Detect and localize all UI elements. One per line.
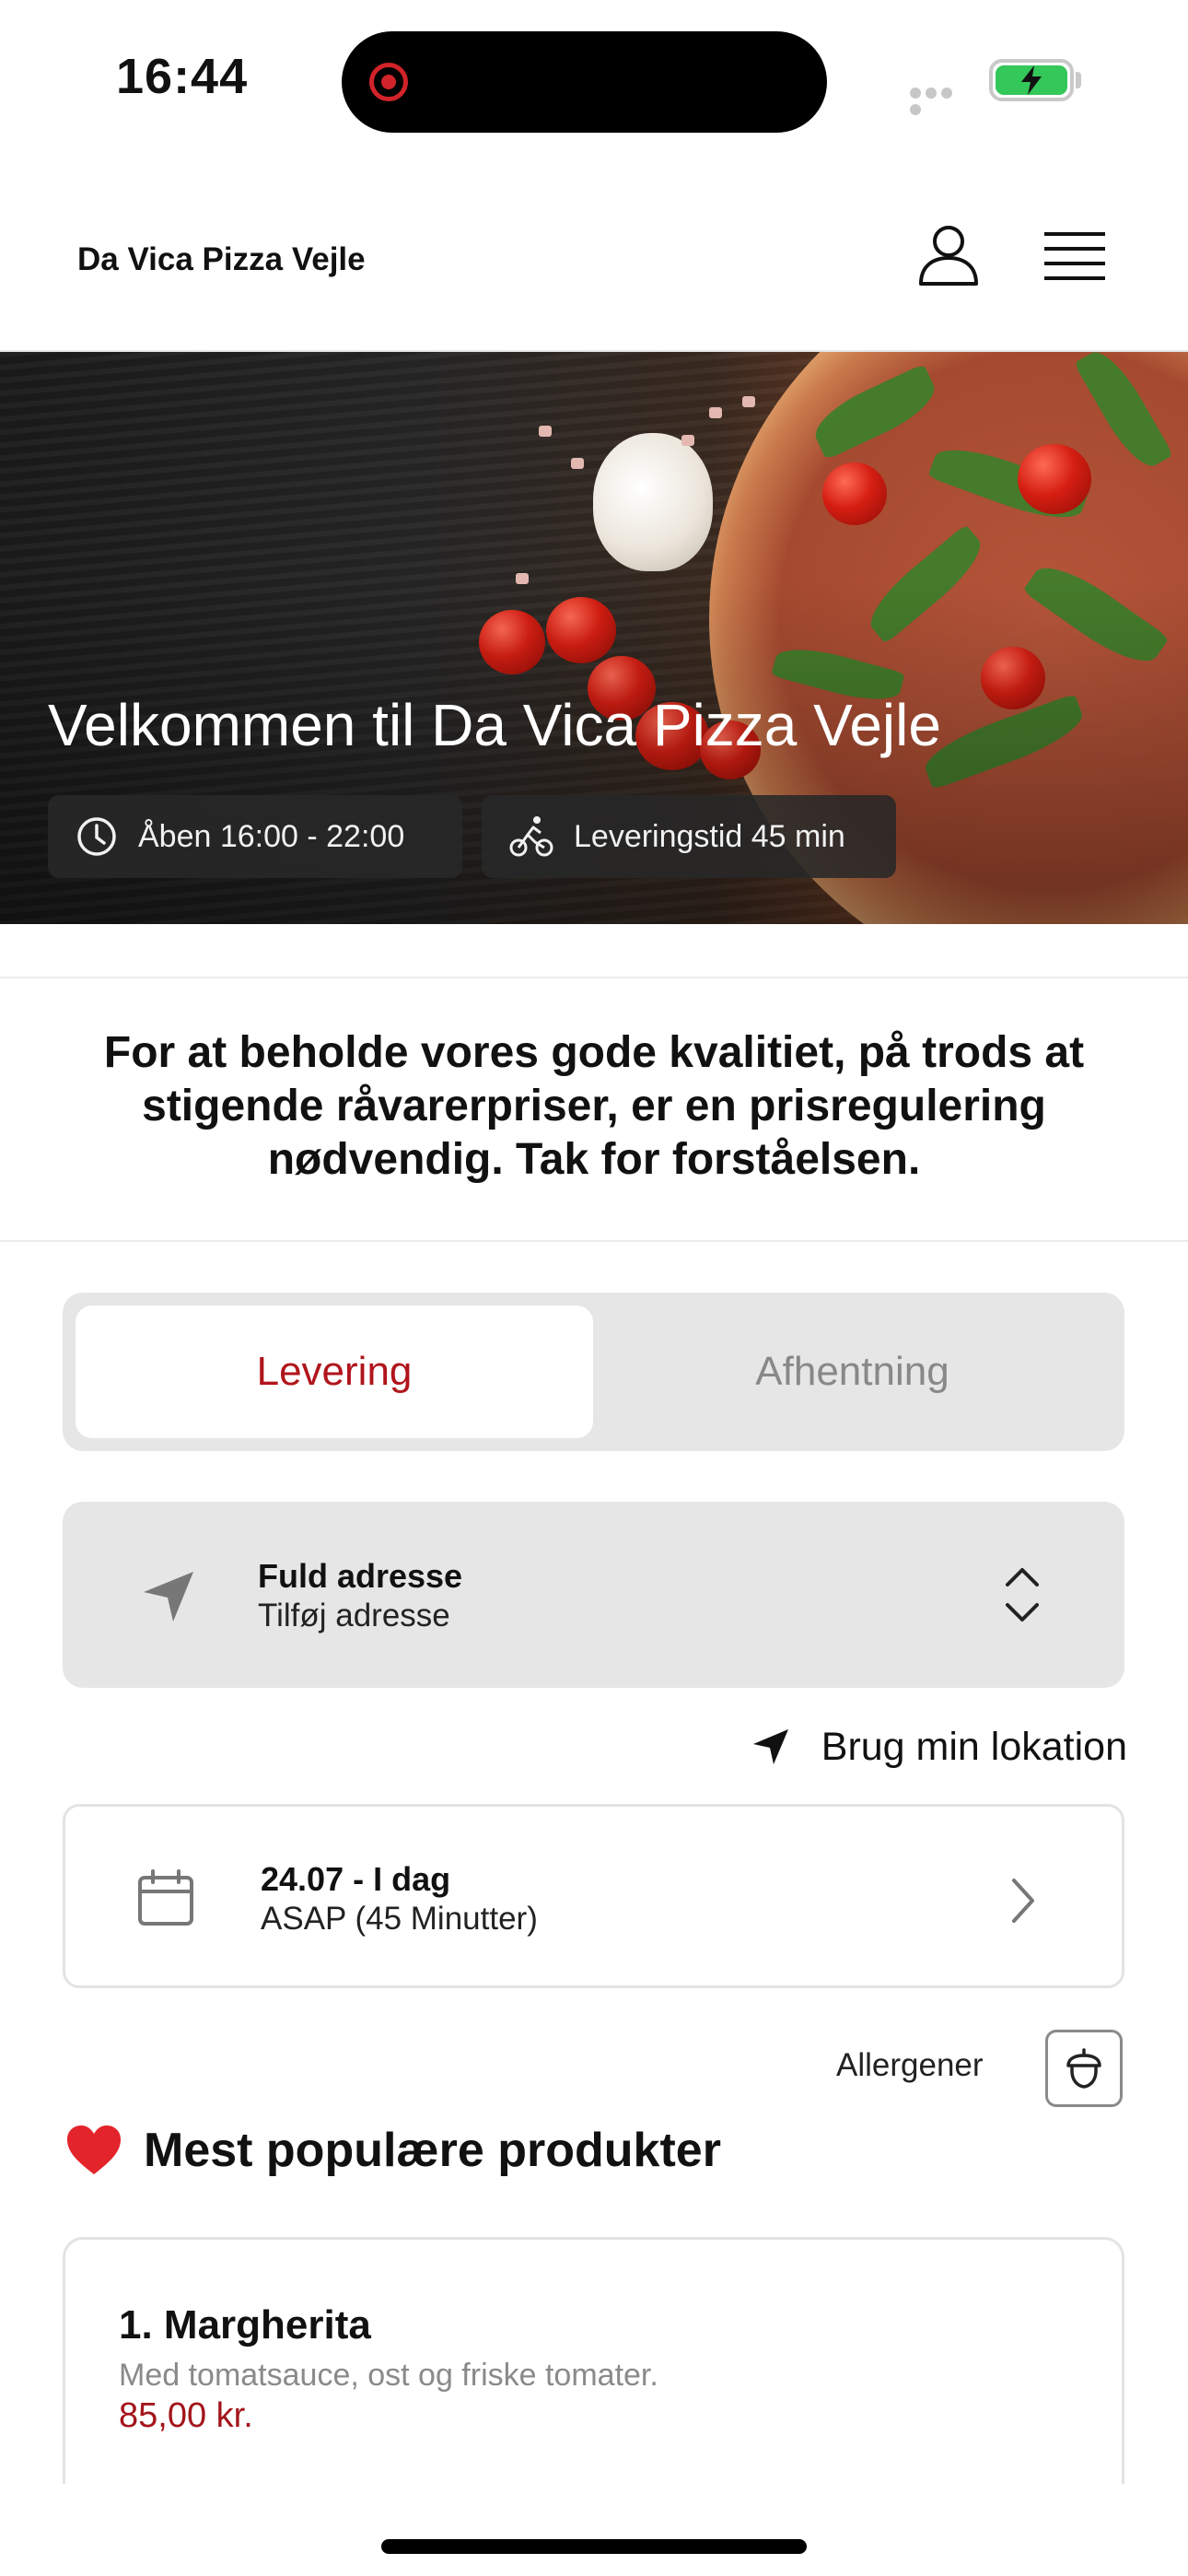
tab-delivery[interactable]: Levering (76, 1306, 593, 1438)
chevron-right-icon (1012, 1879, 1034, 1923)
product-description: Med tomatsauce, ost og friske tomater. (119, 2358, 658, 2393)
signal-icon (910, 87, 971, 115)
recording-icon (369, 63, 408, 101)
delivery-time-text: Leveringstid 45 min (574, 818, 845, 854)
bottom-safe-area (0, 2484, 1188, 2576)
home-indicator[interactable] (381, 2539, 807, 2554)
allergens-button[interactable] (1045, 2030, 1123, 2107)
app-header: Da Vica Pizza Vejle (0, 157, 1188, 352)
allergens-label: Allergener (836, 2047, 984, 2083)
battery-icon (989, 59, 1074, 101)
use-my-location-label: Brug min lokation (821, 1724, 1127, 1769)
delivery-time: ASAP (45 Minutter) (261, 1901, 538, 1937)
product-price: 85,00 kr. (119, 2396, 253, 2435)
location-arrow-icon (752, 1729, 788, 1764)
brand-name[interactable]: Da Vica Pizza Vejle (77, 241, 366, 278)
opening-hours-text: Åben 16:00 - 22:00 (138, 818, 405, 854)
user-icon[interactable] (915, 223, 982, 289)
tab-pickup[interactable]: Afhentning (593, 1306, 1112, 1438)
product-name: 1. Margherita (119, 2302, 371, 2348)
hero-banner: Velkommen til Da Vica Pizza Vejle Åben 1… (0, 352, 1188, 924)
use-my-location-button[interactable]: Brug min lokation (722, 1717, 1127, 1776)
order-type-toggle: Levering Afhentning (63, 1293, 1124, 1451)
address-label: Fuld adresse (258, 1557, 463, 1595)
price-notice-text: For at beholde vores gode kvalitiet, på … (103, 1028, 1085, 1184)
dynamic-island (342, 31, 827, 133)
hero-title: Velkommen til Da Vica Pizza Vejle (48, 692, 941, 758)
menu-icon[interactable] (1044, 230, 1105, 282)
charging-bolt-icon (1021, 65, 1042, 95)
clock-icon (77, 817, 116, 856)
opening-hours-chip: Åben 16:00 - 22:00 (48, 795, 462, 878)
chevron-up-down-icon (1006, 1568, 1039, 1622)
address-selector[interactable]: Fuld adresse Tilføj adresse (63, 1502, 1124, 1688)
status-bar: 16:44 (0, 0, 1188, 157)
delivery-time-selector[interactable]: 24.07 - I dag ASAP (45 Minutter) (63, 1804, 1124, 1988)
price-notice: For at beholde vores gode kvalitiet, på … (0, 977, 1188, 1242)
popular-products-heading: Mest populære produkter (64, 2123, 721, 2178)
heart-icon (67, 2125, 121, 2174)
address-value: Tilføj adresse (258, 1598, 450, 1633)
bicycle-courier-icon (509, 816, 553, 857)
calendar-icon (138, 1869, 193, 1926)
delivery-time-chip: Leveringstid 45 min (482, 795, 896, 878)
status-time: 16:44 (116, 49, 249, 104)
navigation-arrow-icon (144, 1572, 193, 1622)
battery-cap (1076, 72, 1081, 88)
acorn-icon (1066, 2048, 1101, 2089)
delivery-date: 24.07 - I dag (261, 1860, 451, 1898)
popular-products-title: Mest populære produkter (144, 2124, 721, 2177)
